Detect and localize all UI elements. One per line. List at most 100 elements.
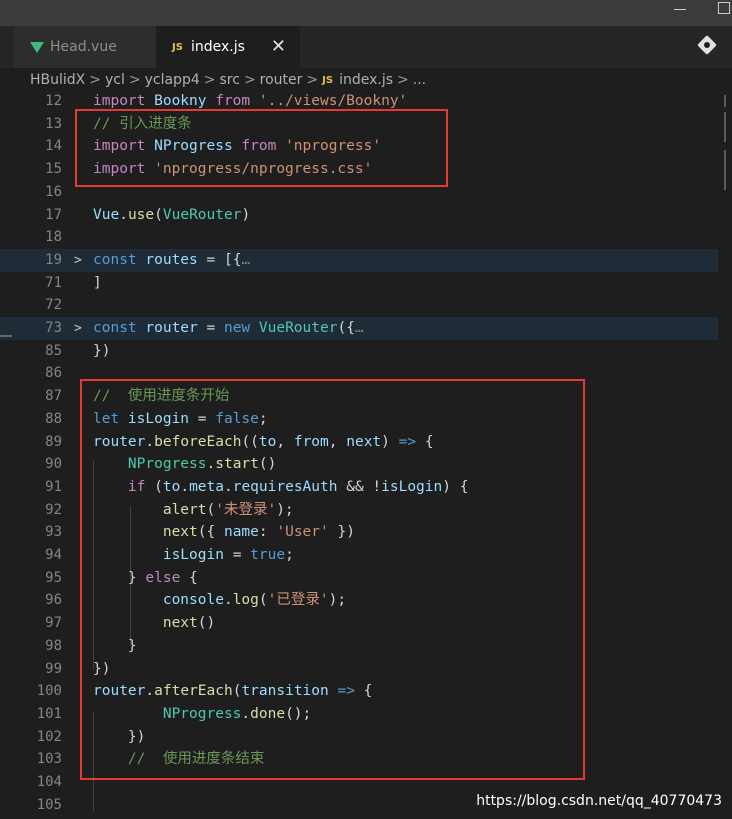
- tab-index-js[interactable]: JS index.js ✕: [156, 26, 300, 68]
- scroll-marker: [724, 150, 726, 190]
- code-token: …: [354, 320, 364, 336]
- code-line[interactable]: 85}): [0, 340, 718, 363]
- code-token: from: [215, 93, 259, 109]
- code-token: ): [241, 206, 251, 223]
- code-token: VueRouter: [258, 320, 338, 336]
- minimize-icon[interactable]: [674, 2, 688, 16]
- tab-label: Head.vue: [50, 39, 117, 55]
- line-number: 13: [45, 115, 62, 132]
- code-line[interactable]: 17 Vue.use(VueRouter): [0, 204, 718, 227]
- vue-file-icon: [30, 41, 44, 53]
- close-icon[interactable]: ✕: [271, 36, 286, 57]
- fold-chevron-icon[interactable]: >: [74, 317, 82, 340]
- line-number: 98: [45, 637, 62, 654]
- line-number: 72: [45, 297, 62, 314]
- line-number: 95: [45, 569, 62, 586]
- line-number: 100: [36, 683, 62, 700]
- code-text: const routes = [{…: [93, 249, 250, 272]
- line-number: 102: [36, 728, 62, 745]
- code-token: ({: [337, 320, 355, 336]
- code-token: .: [119, 206, 128, 223]
- code-token: }): [93, 342, 111, 359]
- code-token: routes: [145, 251, 207, 268]
- tab-head-vue[interactable]: Head.vue: [14, 26, 156, 68]
- tab-label: index.js: [190, 39, 245, 55]
- code-line[interactable]: 72: [0, 294, 718, 317]
- code-token: VueRouter: [162, 206, 242, 223]
- line-number: 93: [45, 524, 62, 541]
- code-token: Bookny: [154, 93, 216, 109]
- breadcrumb-item[interactable]: index.js: [339, 72, 393, 88]
- line-number: 16: [45, 183, 62, 200]
- line-number: 99: [45, 660, 62, 677]
- line-number: 12: [45, 93, 62, 109]
- line-number: 71: [45, 274, 62, 291]
- code-token: ]: [93, 274, 102, 291]
- maximize-icon[interactable]: [718, 2, 730, 14]
- line-number: 15: [45, 161, 62, 178]
- code-token: const: [93, 251, 146, 268]
- line-number: 87: [45, 388, 62, 405]
- scroll-marker: [724, 112, 726, 142]
- line-number: 94: [45, 547, 62, 563]
- line-number: 14: [45, 138, 62, 155]
- breadcrumb-item[interactable]: ...: [413, 72, 426, 88]
- breadcrumb-separator: >: [128, 72, 141, 88]
- line-number: 17: [45, 206, 62, 223]
- js-file-icon: JS: [172, 41, 183, 53]
- panel-edge: [0, 335, 12, 337]
- highlight-box-progress: [80, 379, 585, 780]
- breadcrumb-item[interactable]: ycl: [105, 72, 125, 88]
- code-text: Vue.use(VueRouter): [93, 204, 250, 227]
- line-number: 91: [45, 478, 62, 495]
- line-number: 88: [45, 410, 62, 427]
- line-number: 86: [45, 365, 62, 382]
- code-line[interactable]: 71]: [0, 272, 718, 295]
- code-token: …: [241, 251, 251, 268]
- breadcrumb-item[interactable]: HBulidX: [30, 72, 85, 88]
- highlight-box-import: [75, 109, 448, 187]
- code-token: use: [127, 206, 155, 223]
- line-number: 101: [36, 705, 62, 722]
- breadcrumb-item[interactable]: router: [260, 72, 303, 88]
- code-token: const: [93, 320, 146, 336]
- code-token: =: [206, 320, 224, 336]
- code-line[interactable]: 19 > const routes = [{…: [0, 248, 718, 272]
- breadcrumb-separator: >: [397, 72, 409, 88]
- line-number: 90: [45, 456, 62, 473]
- code-line[interactable]: 18: [0, 226, 718, 249]
- code-token: import: [93, 93, 155, 109]
- line-number: 18: [45, 229, 62, 246]
- code-token: new: [223, 320, 259, 336]
- title-bar: [0, 0, 732, 26]
- line-number: 96: [45, 592, 62, 609]
- line-number: 104: [36, 774, 62, 790]
- fold-chevron-icon[interactable]: >: [74, 249, 82, 272]
- line-number: 105: [36, 796, 62, 813]
- breadcrumb-separator: >: [203, 72, 216, 88]
- code-token: router: [145, 320, 207, 336]
- line-number: 19: [45, 251, 62, 268]
- js-file-icon: JS: [322, 74, 334, 86]
- line-number: 89: [45, 433, 62, 450]
- breadcrumb: HBulidX > ycl > yclapp4 > src > router >…: [0, 68, 732, 92]
- tab-bar: Head.vue JS index.js ✕: [0, 26, 732, 68]
- breadcrumb-separator: >: [243, 72, 256, 88]
- code-token: (: [154, 206, 163, 223]
- breadcrumb-item[interactable]: yclapp4: [145, 72, 200, 88]
- code-token: Vue: [93, 206, 120, 223]
- code-text: }): [93, 340, 110, 363]
- watermark: https://blog.csdn.net/qq_40770473: [476, 793, 722, 809]
- line-number: 103: [36, 751, 62, 768]
- breadcrumb-item[interactable]: src: [219, 72, 239, 88]
- code-text: const router = new VueRouter({…: [93, 317, 364, 340]
- code-line[interactable]: 73 > const router = new VueRouter({…: [0, 317, 718, 340]
- scroll-marker: [724, 95, 726, 107]
- code-token: '../views/Bookny': [258, 93, 408, 109]
- breadcrumb-separator: >: [306, 72, 319, 88]
- code-text: ]: [93, 272, 102, 295]
- breadcrumb-separator: >: [89, 72, 101, 88]
- line-number: 92: [45, 501, 62, 518]
- code-token: = [{: [206, 251, 242, 268]
- line-number: 85: [45, 342, 62, 359]
